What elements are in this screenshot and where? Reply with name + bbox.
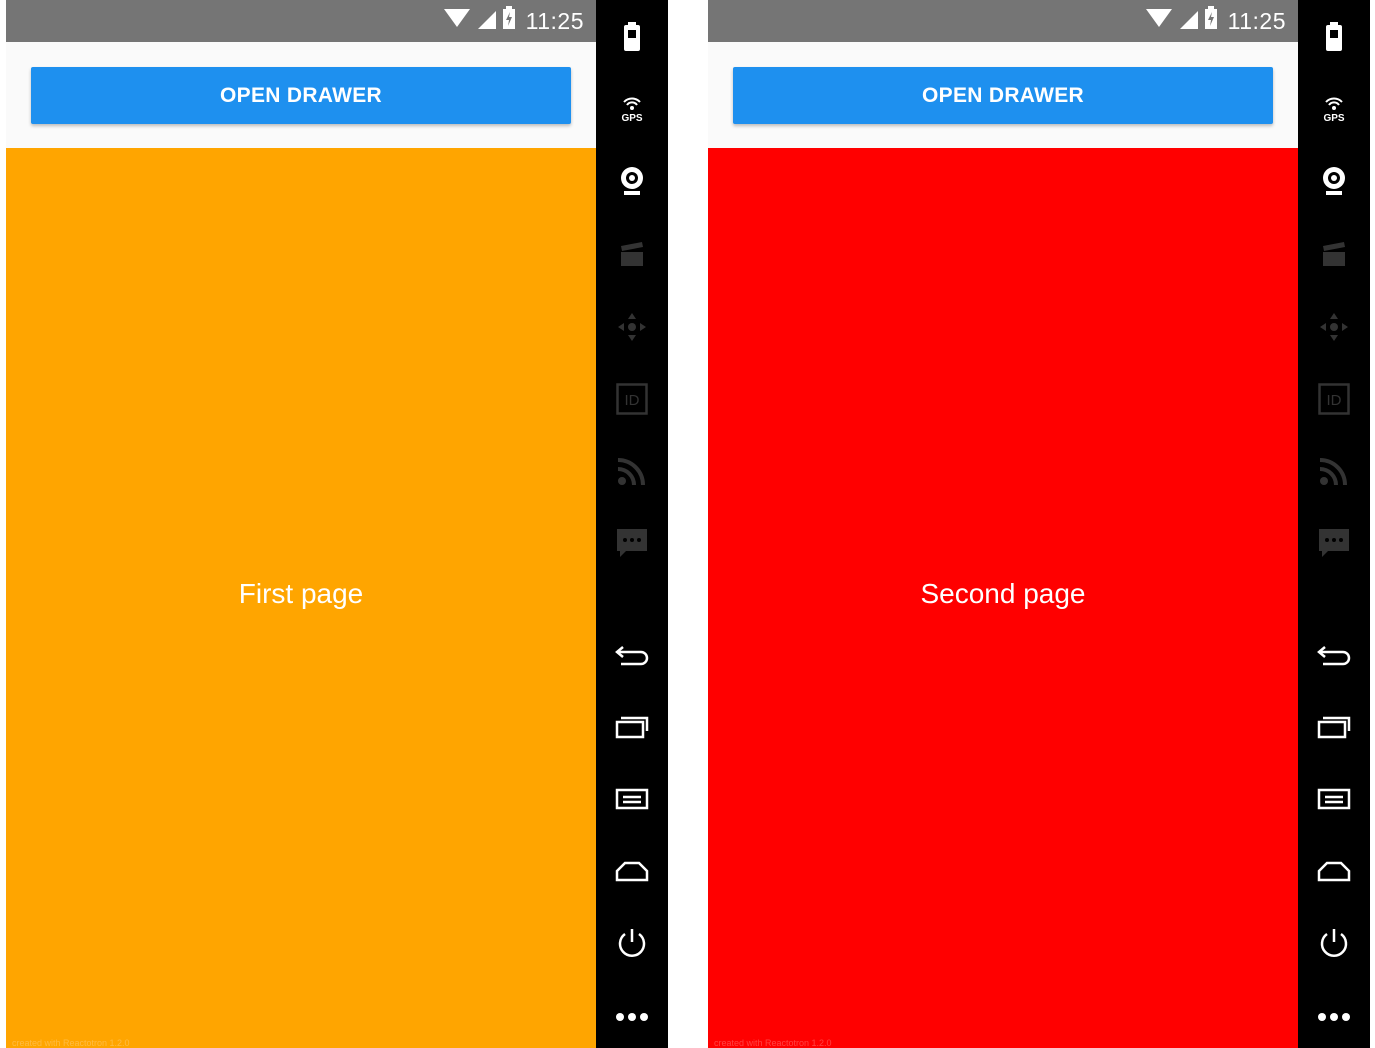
device-screen: 11:25 OPEN DRAWER First page created wit… xyxy=(6,0,596,1048)
watermark-text: created with Reactotron 1.2.0 xyxy=(714,1038,832,1048)
home-icon[interactable] xyxy=(1298,846,1370,896)
open-drawer-button[interactable]: OPEN DRAWER xyxy=(31,67,571,124)
battery-status-icon xyxy=(1204,6,1218,36)
signal-icon xyxy=(476,8,496,35)
webcam-icon[interactable] xyxy=(1298,156,1370,206)
emulator-toolbar: GPS ID xyxy=(596,0,668,1048)
more-icon[interactable] xyxy=(1298,992,1370,1042)
gps-label: GPS xyxy=(621,113,642,124)
dpad-icon[interactable] xyxy=(596,302,668,352)
first-page: First page created with Reactotron 1.2.0 xyxy=(6,148,596,1048)
emulator-window-first: 11:25 OPEN DRAWER First page created wit… xyxy=(6,0,668,1048)
gps-label: GPS xyxy=(1323,113,1344,124)
id-label: ID xyxy=(1327,392,1342,409)
home-icon[interactable] xyxy=(596,846,668,896)
id-icon[interactable]: ID xyxy=(1298,374,1370,424)
rss-icon[interactable] xyxy=(1298,446,1370,496)
back-icon[interactable] xyxy=(596,630,668,680)
watermark-text: created with Reactotron 1.2.0 xyxy=(12,1038,130,1048)
status-time: 11:25 xyxy=(525,7,584,34)
menu-icon[interactable] xyxy=(1298,774,1370,824)
wifi-icon xyxy=(1145,8,1172,35)
app-header: OPEN DRAWER xyxy=(6,42,596,148)
battery-status-icon xyxy=(502,6,516,36)
app-header: OPEN DRAWER xyxy=(708,42,1298,148)
page-label: Second page xyxy=(920,578,1086,609)
clapperboard-icon[interactable] xyxy=(1298,230,1370,280)
second-page: Second page created with Reactotron 1.2.… xyxy=(708,148,1298,1048)
power-icon[interactable] xyxy=(1298,918,1370,968)
gps-icon[interactable]: GPS xyxy=(1298,84,1370,134)
battery-icon[interactable] xyxy=(1298,12,1370,62)
wifi-icon xyxy=(443,8,470,35)
id-label: ID xyxy=(625,392,640,409)
clapperboard-icon[interactable] xyxy=(596,230,668,280)
id-icon[interactable]: ID xyxy=(596,374,668,424)
gps-icon[interactable]: GPS xyxy=(596,84,668,134)
status-time: 11:25 xyxy=(1227,7,1286,34)
recent-apps-icon[interactable] xyxy=(596,702,668,752)
recent-apps-icon[interactable] xyxy=(1298,702,1370,752)
webcam-icon[interactable] xyxy=(596,156,668,206)
back-icon[interactable] xyxy=(1298,630,1370,680)
status-bar: 11:25 xyxy=(6,0,596,42)
open-drawer-button[interactable]: OPEN DRAWER xyxy=(733,67,1273,124)
signal-icon xyxy=(1178,8,1198,35)
status-bar: 11:25 xyxy=(708,0,1298,42)
sms-icon[interactable] xyxy=(1298,518,1370,568)
power-icon[interactable] xyxy=(596,918,668,968)
battery-icon[interactable] xyxy=(596,12,668,62)
menu-icon[interactable] xyxy=(596,774,668,824)
device-screen: 11:25 OPEN DRAWER Second page created wi… xyxy=(708,0,1298,1048)
sms-icon[interactable] xyxy=(596,518,668,568)
more-icon[interactable] xyxy=(596,992,668,1042)
emulator-toolbar: GPS ID xyxy=(1298,0,1370,1048)
rss-icon[interactable] xyxy=(596,446,668,496)
dpad-icon[interactable] xyxy=(1298,302,1370,352)
page-label: First page xyxy=(238,578,364,609)
emulator-window-second: 11:25 OPEN DRAWER Second page created wi… xyxy=(708,0,1370,1048)
